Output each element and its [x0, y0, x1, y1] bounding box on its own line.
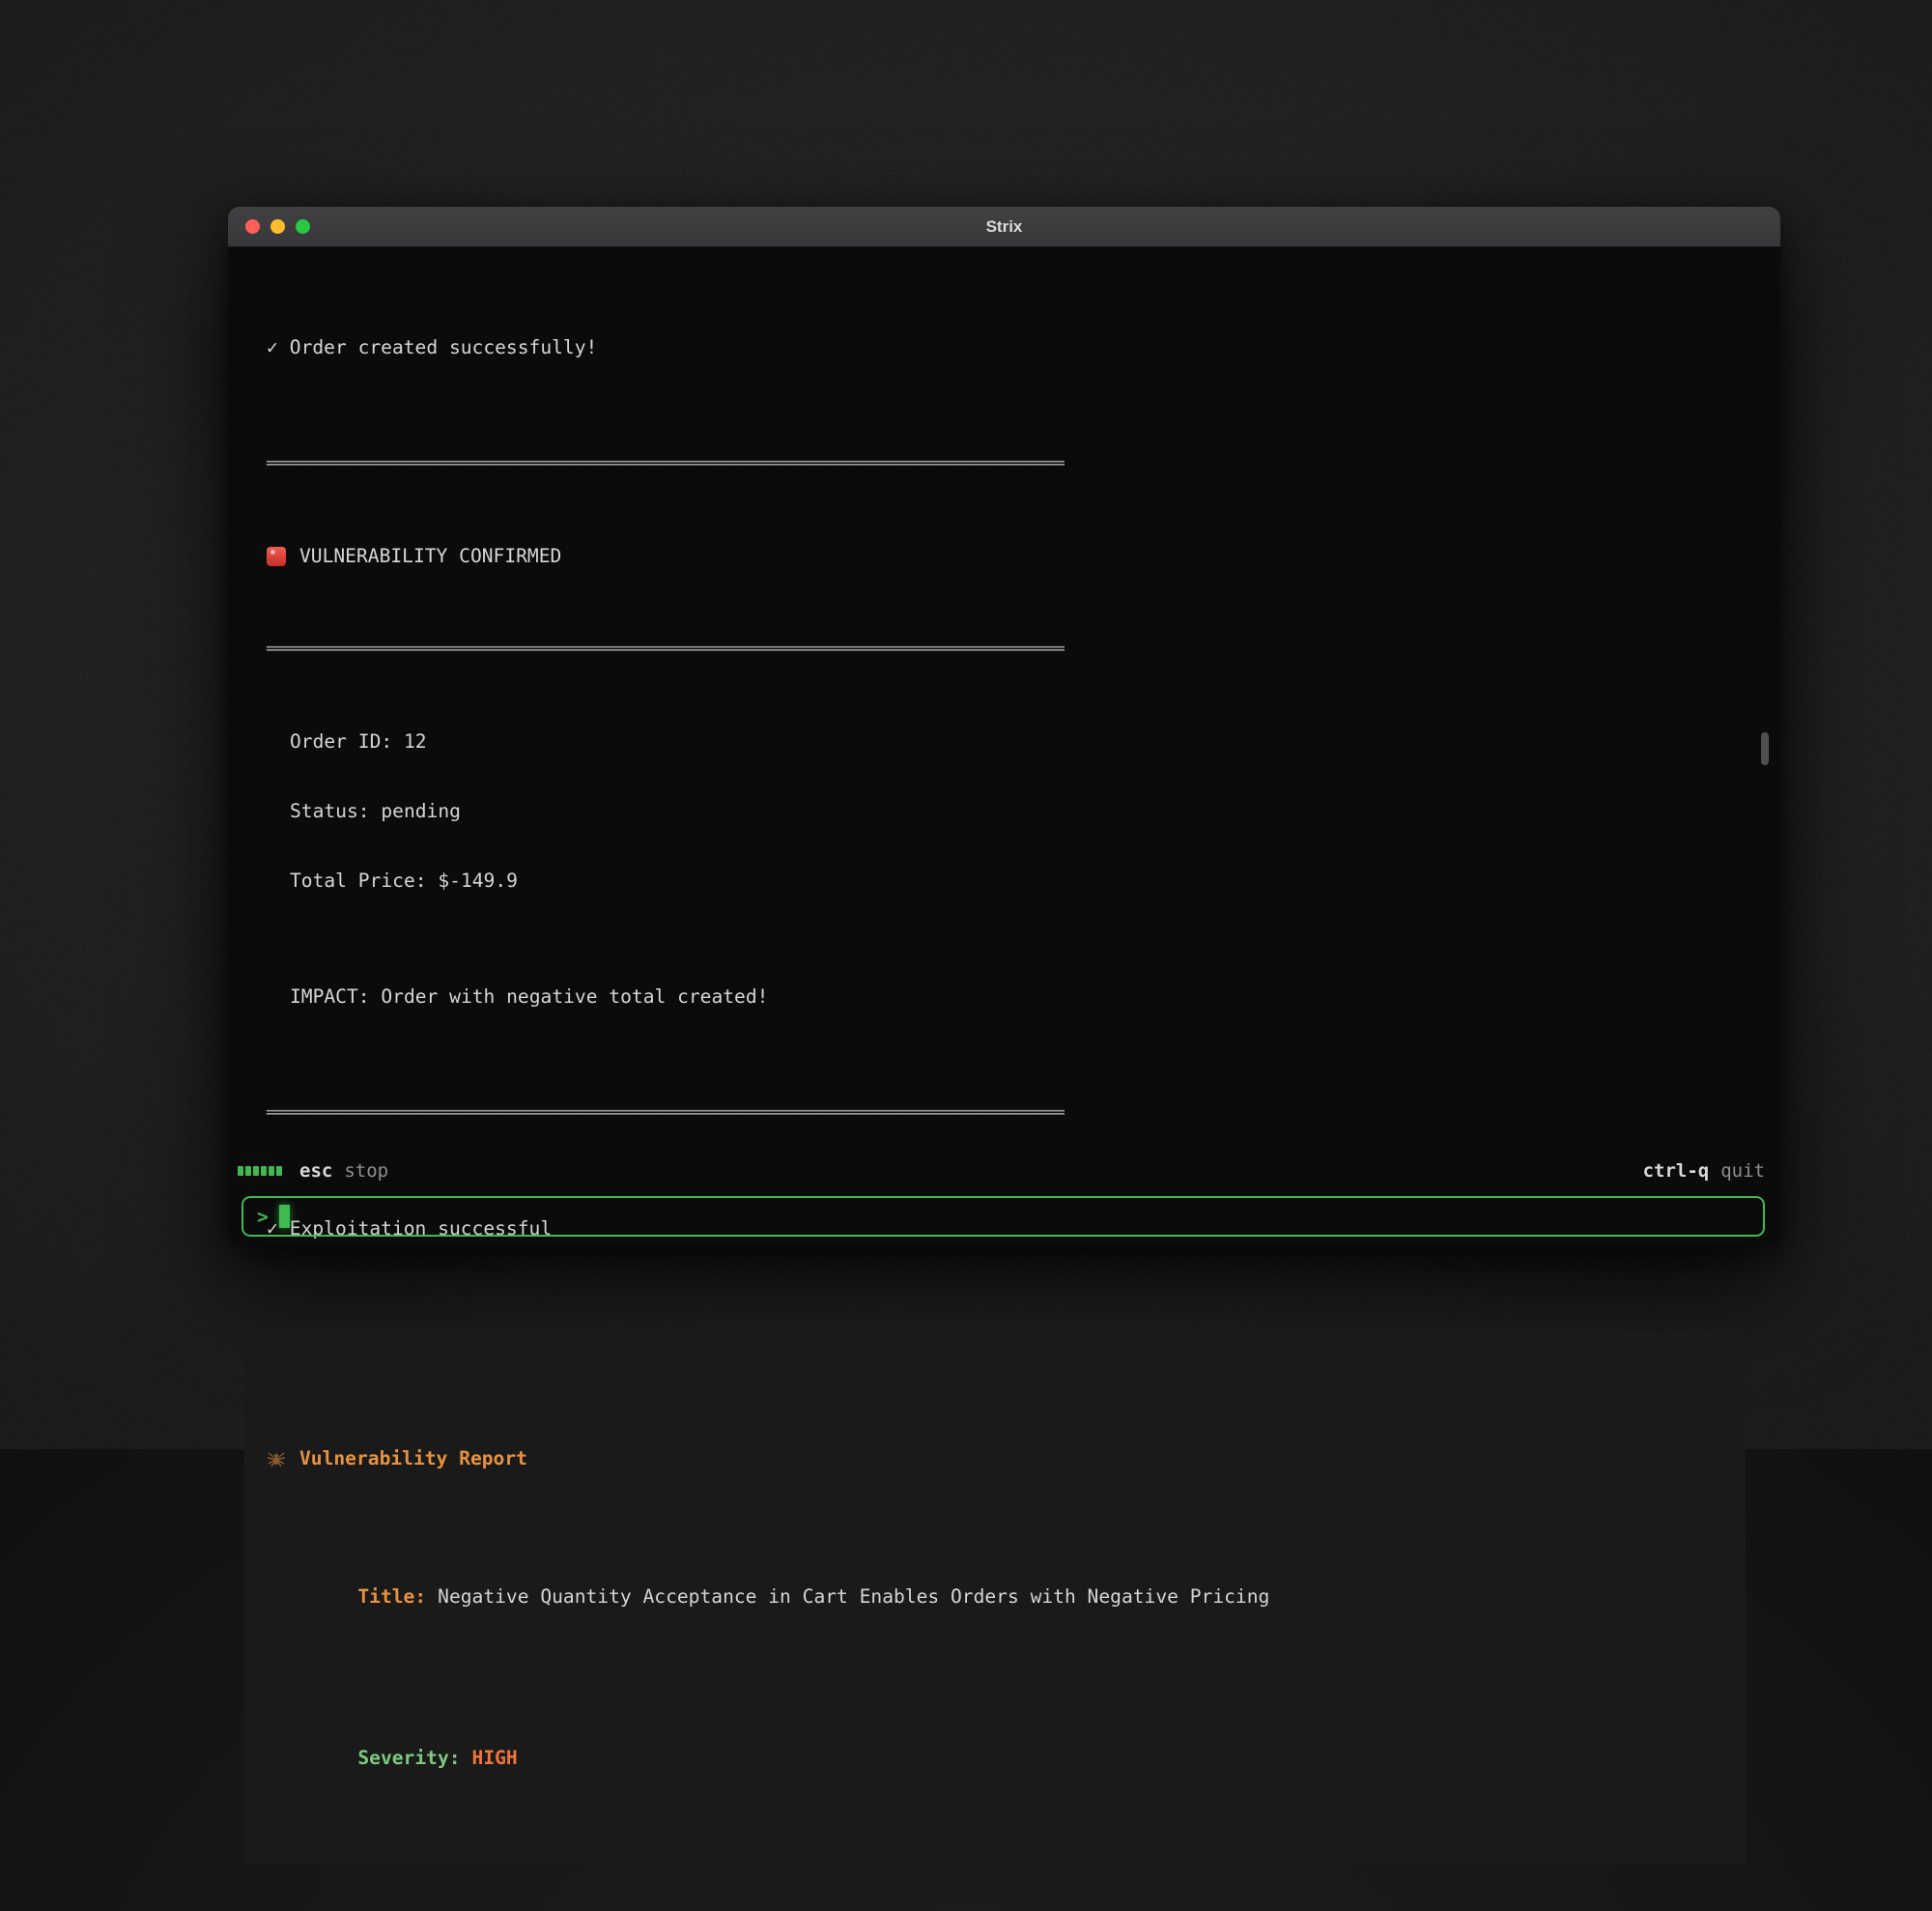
field-value: Negative Quantity Acceptance in Cart Ena…	[438, 1585, 1269, 1608]
vulnerability-confirmed-text: VULNERABILITY CONFIRMED	[299, 545, 561, 568]
terminal-output: ✓ Order created successfully! ══════════…	[228, 247, 1780, 1911]
divider-line: ════════════════════════════════════════…	[267, 452, 1742, 475]
prompt-symbol: >	[257, 1206, 269, 1228]
command-input[interactable]: >	[242, 1196, 1765, 1237]
divider-line: ════════════════════════════════════════…	[267, 1101, 1742, 1125]
field-label: Title:	[357, 1585, 426, 1608]
severity-badge: HIGH	[472, 1747, 518, 1769]
order-success-text: Order created successfully!	[290, 336, 598, 359]
divider-line: ════════════════════════════════════════…	[267, 638, 1742, 661]
vulnerability-report-panel: Vulnerability Report Title: Negative Quan…	[244, 1331, 1746, 1865]
order-status-value: Status: pending	[267, 800, 1742, 823]
quit-action-label: quit	[1720, 1160, 1765, 1182]
order-total-price-value: Total Price: $-149.9	[267, 870, 1742, 893]
titlebar[interactable]: Strix	[228, 207, 1780, 247]
activity-indicator	[238, 1166, 282, 1176]
order-id-value: Order ID: 12	[267, 730, 1742, 754]
report-title: Vulnerability Report	[299, 1447, 527, 1470]
text-cursor	[279, 1205, 290, 1228]
terminal-window: Strix ✓ Order created successfully! ════…	[228, 207, 1780, 1245]
esc-key-hint[interactable]: esc	[299, 1160, 332, 1182]
check-icon: ✓	[267, 336, 278, 359]
report-field-title: Title: Negative Quantity Acceptance in Ca…	[267, 1562, 1722, 1632]
ctrl-q-key-hint[interactable]: ctrl-q	[1643, 1160, 1710, 1182]
vulnerability-confirmed-line: VULNERABILITY CONFIRMED	[267, 545, 1742, 568]
field-label: Severity:	[357, 1747, 460, 1769]
report-field-severity: Severity: HIGH	[267, 1724, 1722, 1793]
spider-icon	[267, 1449, 286, 1469]
window-title: Strix	[228, 217, 1780, 237]
esc-action-label: stop	[344, 1160, 388, 1182]
order-success-line: ✓ Order created successfully!	[267, 336, 1742, 359]
scrollbar-thumb[interactable]	[1761, 732, 1769, 765]
report-header: Vulnerability Report	[267, 1447, 1722, 1470]
impact-text: IMPACT: Order with negative total create…	[267, 985, 1742, 1009]
alert-icon	[267, 547, 286, 566]
status-bar: esc stop ctrl-q quit	[228, 1159, 1780, 1183]
